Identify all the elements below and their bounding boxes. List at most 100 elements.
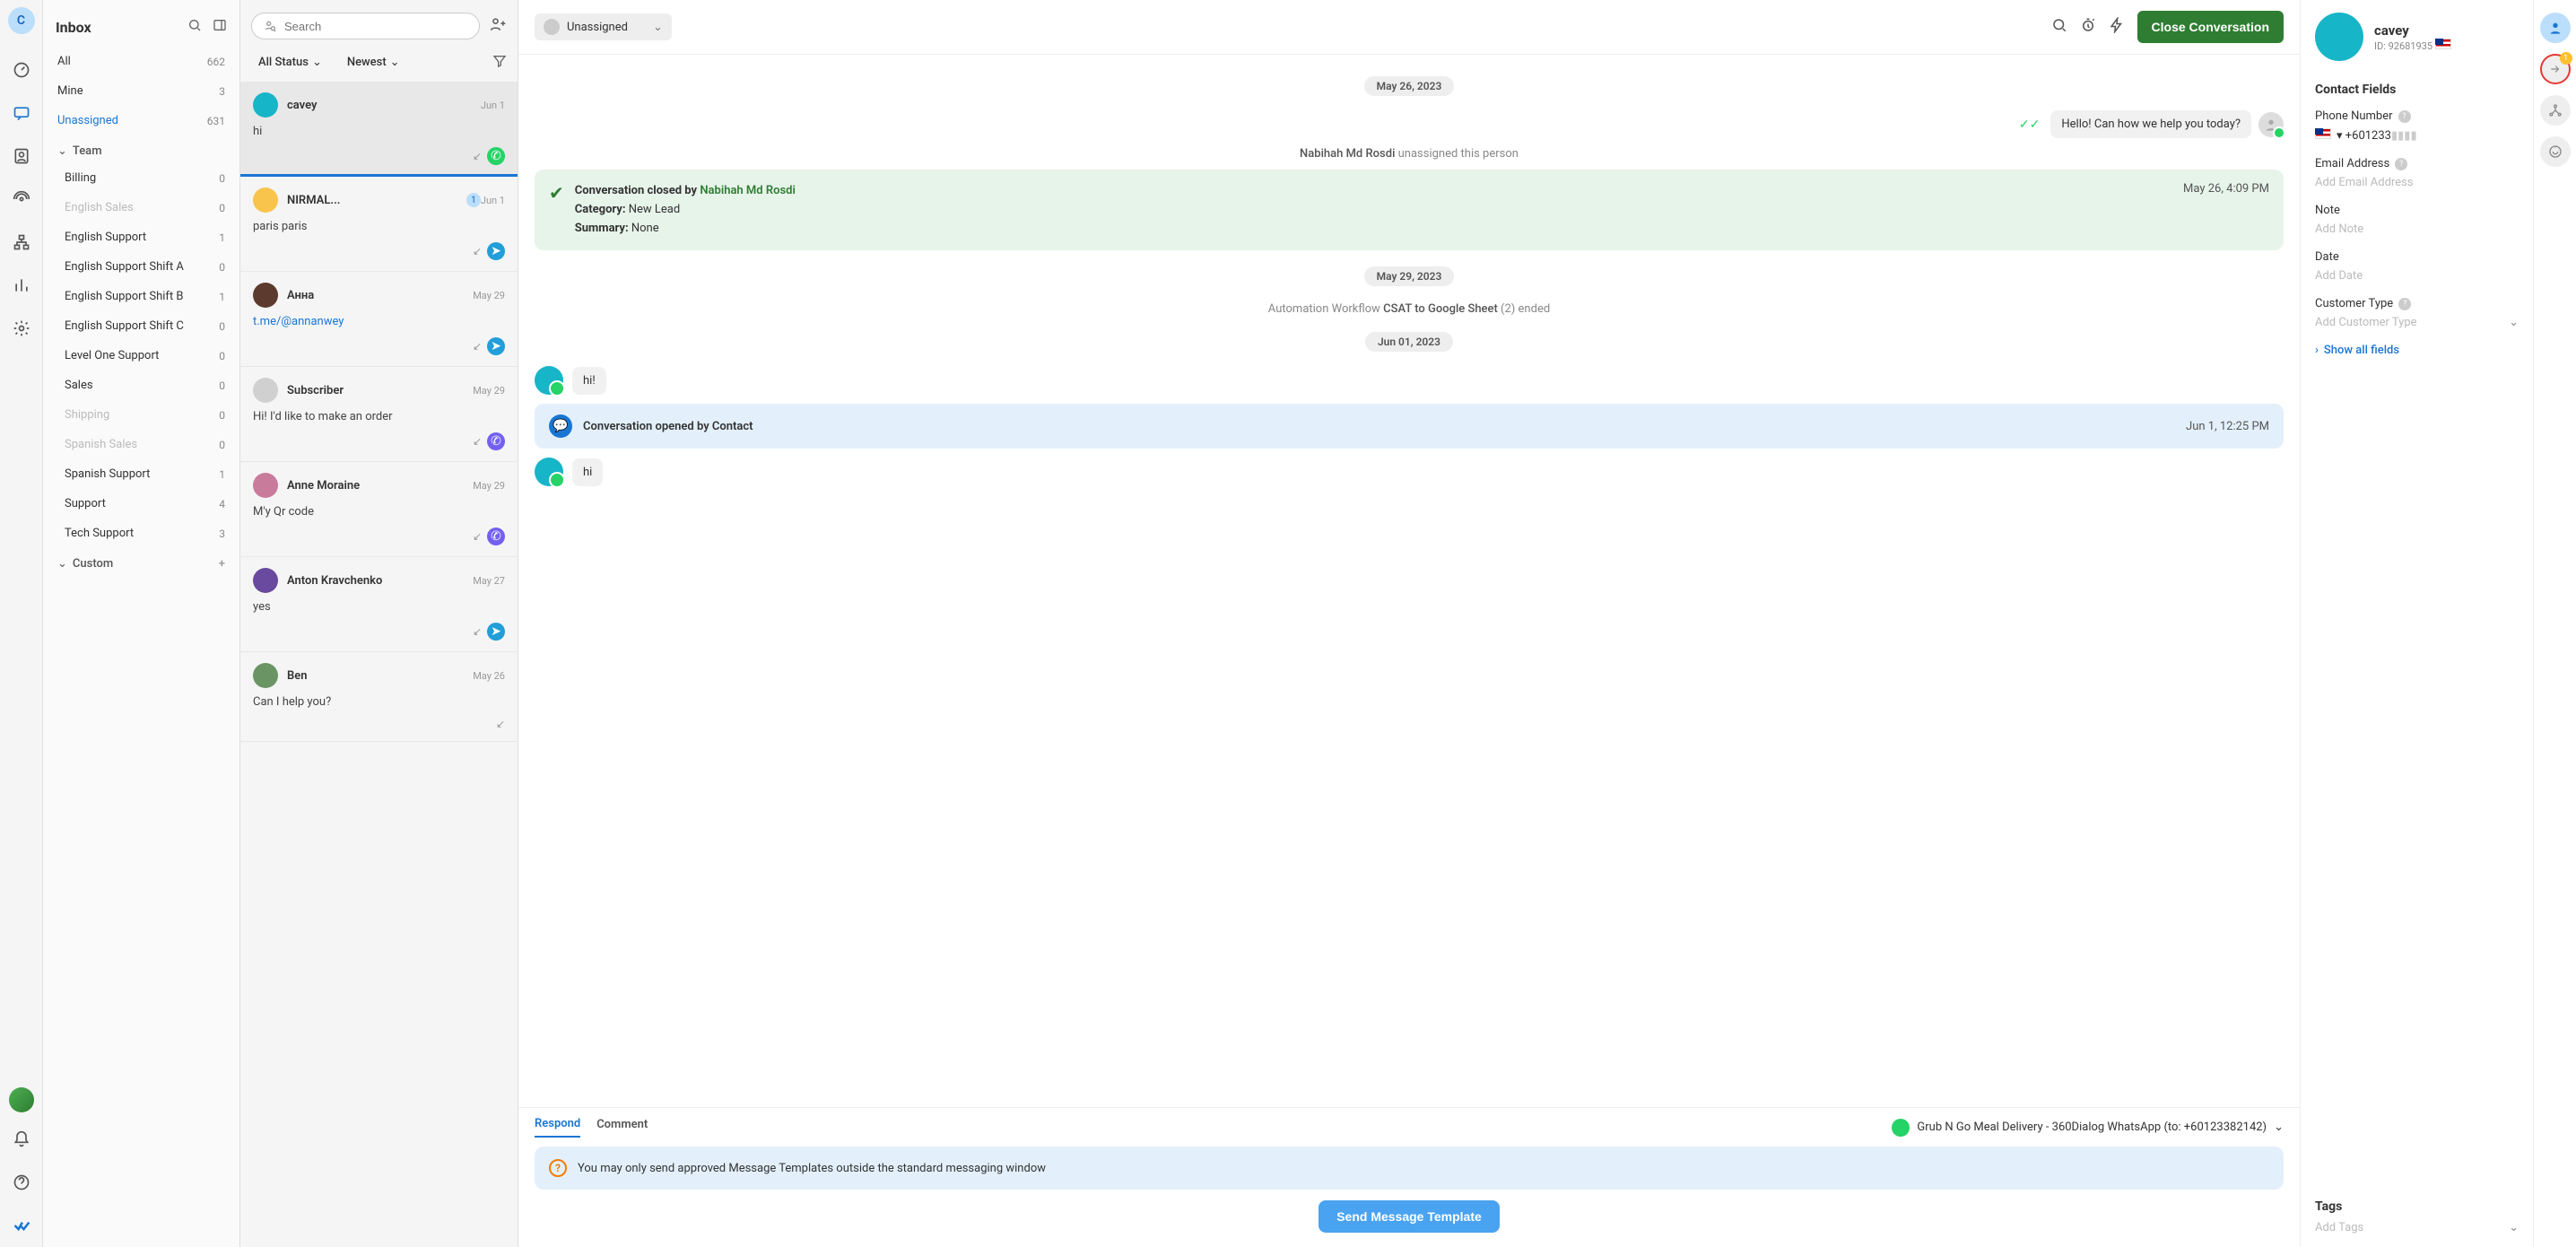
channel-selector[interactable]: Grub N Go Meal Delivery - 360Dialog What…: [1892, 1119, 2284, 1137]
sidebar-team-shipping[interactable]: Shipping0: [47, 400, 236, 430]
check-circle-icon: ✔: [549, 182, 564, 204]
add-contact-icon[interactable]: [489, 15, 507, 37]
filter-icon[interactable]: [492, 54, 507, 72]
contacts-icon[interactable]: [5, 140, 38, 172]
sidebar-search-icon[interactable]: [187, 18, 202, 36]
conversation-item[interactable]: Anne MoraineMay 29M'y Qr code↙✆: [240, 462, 518, 557]
agent-avatar: [2258, 112, 2284, 137]
search-person-icon: [263, 19, 277, 33]
flag-icon: [2435, 39, 2451, 49]
ctype-placeholder[interactable]: Add Customer Type⌄: [2315, 316, 2519, 329]
reports-icon[interactable]: [5, 269, 38, 301]
sidebar-team-support[interactable]: Support4: [47, 489, 236, 519]
list-name: Subscriber: [287, 384, 473, 397]
help-icon[interactable]: [5, 1166, 38, 1199]
tab-comment[interactable]: Comment: [596, 1118, 648, 1137]
date-separator: Jun 01, 2023: [1365, 332, 1453, 352]
field-email: Email Address? Add Email Address: [2315, 157, 2519, 189]
sidebar-team-spanish-sales[interactable]: Spanish Sales0: [47, 430, 236, 459]
help-icon[interactable]: ?: [2395, 158, 2407, 170]
phone-value[interactable]: ▾ +601233▮▮▮▮: [2315, 128, 2519, 143]
merge-badge: 1: [2560, 52, 2572, 65]
sidebar-group-custom[interactable]: ⌄Custom+: [47, 548, 236, 576]
filter-status[interactable]: All Status⌄: [251, 52, 329, 73]
tags-input[interactable]: Add Tags⌄: [2315, 1221, 2519, 1234]
contact-name: cavey: [2374, 22, 2451, 39]
incoming-message: hi!: [535, 366, 2284, 395]
settings-icon[interactable]: [5, 312, 38, 344]
channel-icon: ➤: [487, 623, 505, 641]
list-time: May 26: [473, 670, 505, 682]
contact-avatar: [535, 366, 563, 395]
conversation-item[interactable]: SubscriberMay 29Hi! I'd like to make an …: [240, 367, 518, 462]
contact-avatar-large: [2315, 13, 2363, 61]
sidebar-team-english-sales[interactable]: English Sales0: [47, 193, 236, 222]
list-preview: paris paris: [253, 220, 505, 233]
sidebar-group-team[interactable]: ⌄Team: [47, 135, 236, 163]
sidebar-title: Inbox: [56, 19, 177, 36]
filter-sort[interactable]: Newest⌄: [340, 52, 407, 73]
list-preview: hi: [253, 125, 505, 138]
sidebar-team-level-one[interactable]: Level One Support0: [47, 341, 236, 371]
conversation-item[interactable]: АннаMay 29t.me/@annanwey↙➤: [240, 272, 518, 367]
field-date: Date Add Date: [2315, 250, 2519, 283]
conversation-opened-box: 💬 Conversation opened by Contact Jun 1, …: [535, 404, 2284, 449]
message-bubble: Hello! Can how we help you today?: [2050, 110, 2251, 138]
close-conversation-button[interactable]: Close Conversation: [2137, 11, 2284, 43]
search-box[interactable]: [251, 13, 480, 39]
date-placeholder[interactable]: Add Date: [2315, 269, 2519, 283]
broadcast-icon[interactable]: [5, 183, 38, 215]
activity-tab-icon[interactable]: [2540, 136, 2571, 167]
bolt-icon[interactable]: [2109, 17, 2125, 37]
channel-icon: ➤: [487, 242, 505, 260]
contact-tab-icon[interactable]: [2540, 13, 2571, 43]
notifications-icon[interactable]: [5, 1123, 38, 1155]
help-icon[interactable]: ?: [2398, 298, 2411, 310]
conversation-item[interactable]: Anton KravchenkoMay 27yes↙➤: [240, 557, 518, 652]
delivery-checks-icon: ✓✓: [2019, 118, 2040, 132]
assignee-selector[interactable]: Unassigned ⌄: [535, 13, 672, 40]
conversation-item[interactable]: NIRMAL...1Jun 1paris paris↙➤: [240, 177, 518, 272]
snooze-icon[interactable]: [2080, 17, 2096, 37]
sidebar-team-english-support[interactable]: English Support1: [47, 222, 236, 252]
brand-icon[interactable]: [5, 1209, 38, 1242]
messages-icon[interactable]: [5, 97, 38, 129]
note-placeholder[interactable]: Add Note: [2315, 222, 2519, 236]
contact-avatar: [535, 458, 563, 486]
add-custom-icon[interactable]: +: [219, 557, 225, 571]
list-name: Anne Moraine: [287, 479, 473, 493]
sidebar-team-english-support-b[interactable]: English Support Shift B1: [47, 282, 236, 311]
channel-icon: ✆: [487, 147, 505, 165]
sidebar-item-all[interactable]: All662: [47, 47, 236, 76]
search-input[interactable]: [284, 20, 468, 33]
workspace-avatar[interactable]: C: [8, 7, 35, 34]
conversation-item[interactable]: caveyJun 1hi↙✆: [240, 82, 518, 177]
send-template-button[interactable]: Send Message Template: [1318, 1200, 1500, 1233]
email-placeholder[interactable]: Add Email Address: [2315, 176, 2519, 189]
user-avatar[interactable]: [9, 1087, 34, 1112]
show-all-fields-link[interactable]: ›Show all fields: [2315, 344, 2519, 357]
merge-tab-icon[interactable]: 1: [2540, 54, 2571, 84]
sidebar-team-english-support-a[interactable]: English Support Shift A0: [47, 252, 236, 282]
sidebar-item-unassigned[interactable]: Unassigned631: [47, 106, 236, 135]
sidebar-team-billing[interactable]: Billing0: [47, 163, 236, 193]
sidebar: Inbox All662 Mine3 Unassigned631 ⌄Team B…: [43, 0, 240, 1247]
sidebar-item-mine[interactable]: Mine3: [47, 76, 236, 106]
sidebar-team-spanish-support[interactable]: Spanish Support1: [47, 459, 236, 489]
list-time: May 29: [473, 480, 505, 492]
sidebar-team-english-support-c[interactable]: English Support Shift C0: [47, 311, 236, 341]
conv-search-icon[interactable]: [2051, 17, 2067, 37]
dashboard-icon[interactable]: [5, 54, 38, 86]
contact-fields-title: Contact Fields: [2315, 83, 2519, 97]
right-rail: 1: [2533, 0, 2576, 1247]
sidebar-collapse-icon[interactable]: [213, 18, 227, 36]
list-avatar: [253, 568, 278, 593]
conversation-item[interactable]: BenMay 26Can I help you?↙: [240, 652, 518, 742]
tab-respond[interactable]: Respond: [535, 1117, 580, 1138]
help-icon[interactable]: ?: [2398, 110, 2411, 123]
workflow-icon[interactable]: [5, 226, 38, 258]
channels-tab-icon[interactable]: [2540, 95, 2571, 126]
unread-badge: 1: [466, 193, 481, 207]
sidebar-team-tech-support[interactable]: Tech Support3: [47, 519, 236, 548]
sidebar-team-sales[interactable]: Sales0: [47, 371, 236, 400]
